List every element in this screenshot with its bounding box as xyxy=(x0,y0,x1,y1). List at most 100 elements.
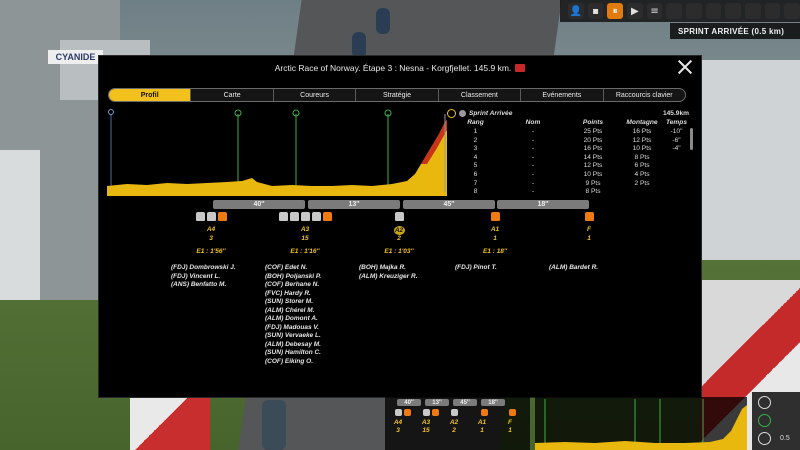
race-groups-strip[interactable]: 40'' 13'' 45'' 18'' A4 A3 A2 A1 F 3 15 2… xyxy=(385,397,530,450)
rider-name[interactable]: (FDJ) Vincent L. xyxy=(171,273,257,282)
group-jerseys xyxy=(543,212,635,223)
sprint-icon[interactable] xyxy=(758,414,771,427)
help-icon[interactable] xyxy=(784,3,800,19)
sprint-view-icon[interactable] xyxy=(758,396,771,409)
stage-profile-graph[interactable] xyxy=(107,108,447,196)
rider-name[interactable]: (BOH) Poljanski P. xyxy=(265,273,351,282)
col-mountain: Montagne xyxy=(626,119,658,126)
group-gap-to-leader: E1 : 18'' xyxy=(482,248,508,255)
tab-profil[interactable]: Profil xyxy=(109,89,192,101)
rider-name[interactable]: (ALM) Debesay M. xyxy=(265,341,351,350)
truck xyxy=(0,150,40,300)
cell-name: - xyxy=(531,179,535,187)
rider-list: (ALM) Bardet R. xyxy=(543,264,635,273)
sprint-label: Sprint Arrivée xyxy=(469,109,513,117)
group-gaps: 40'' 13'' 45'' 18'' xyxy=(99,200,703,212)
mini-group-count: 1 xyxy=(480,427,484,434)
jersey-icon xyxy=(481,409,488,416)
cell-time xyxy=(660,154,693,162)
table-row: 2 - 20 Pts 12 Pts -6" xyxy=(447,137,693,145)
cell-points: 10 Pts xyxy=(583,171,603,178)
jersey-icon xyxy=(451,409,458,416)
tab-carte[interactable]: Carte xyxy=(191,89,274,101)
group-code: A4 xyxy=(165,226,257,235)
tab-evenements[interactable]: Evénements xyxy=(521,89,604,101)
rider-name[interactable]: (ALM) Chérel M. xyxy=(265,307,351,316)
pause-button[interactable]: ⏸ xyxy=(607,3,624,19)
rider-name[interactable]: (SUN) Vervaeke L. xyxy=(265,332,351,341)
bike-icon[interactable] xyxy=(705,3,722,19)
camera-icon[interactable] xyxy=(666,3,683,19)
tab-raccourcis[interactable]: Raccourcis clavier xyxy=(604,89,685,101)
stop-icon[interactable]: ▪ xyxy=(587,3,604,19)
rider-name[interactable]: (ANS) Benfatto M. xyxy=(171,281,257,290)
cell-mountain: 8 Pts xyxy=(634,153,650,161)
table-row: 6 - 10 Pts 4 Pts xyxy=(447,171,693,179)
cell-mountain xyxy=(624,188,660,195)
mini-group-count: 2 xyxy=(452,427,456,434)
cell-mountain: 4 Pts xyxy=(634,171,650,178)
gap-bar: 18'' xyxy=(497,200,589,209)
rider-name[interactable]: (COF) Edet N. xyxy=(265,264,351,273)
rider-name[interactable]: (ALM) Bardet R. xyxy=(549,264,635,273)
rider-name[interactable]: (COF) Berhane N. xyxy=(265,281,351,290)
jersey-icon xyxy=(423,409,430,416)
cell-name: - xyxy=(531,162,535,170)
rider-name[interactable]: (COF) Eiking O. xyxy=(265,358,351,367)
rider-group[interactable]: A3 15 E1 : 1'16'' (COF) Edet N. (BOH) Poljan… xyxy=(259,212,351,366)
eye-icon[interactable] xyxy=(686,3,702,19)
jersey-icon xyxy=(300,212,310,221)
cell-rank: 5 xyxy=(473,162,478,170)
mini-group-code: A2 xyxy=(449,419,459,426)
jersey-icon xyxy=(206,212,216,221)
tab-classement[interactable]: Classement xyxy=(439,89,522,101)
menu-icon[interactable]: ≡ xyxy=(646,3,663,19)
rider-name[interactable]: (FDJ) Pinot T. xyxy=(455,264,541,273)
finish-flag-icon[interactable] xyxy=(758,432,771,445)
cell-points: 9 Pts xyxy=(585,179,601,187)
play-button[interactable]: ▶ xyxy=(627,3,643,19)
dollar-icon[interactable] xyxy=(745,3,761,19)
group-count: 15 xyxy=(301,235,309,242)
jersey-icon xyxy=(289,212,299,221)
rider-name[interactable]: (SUN) Storer M. xyxy=(265,298,351,307)
table-scrollbar[interactable] xyxy=(690,128,693,150)
sprint-distance: 145.9km xyxy=(662,109,689,117)
rider-icon[interactable]: 👤 xyxy=(568,3,584,19)
jersey-icon xyxy=(278,212,288,221)
group-code-label: A3 xyxy=(300,226,310,233)
gap-bar: 40'' xyxy=(213,200,305,209)
rider-name[interactable]: (SUN) Hamilton C. xyxy=(265,349,351,358)
cell-points: 14 Pts xyxy=(583,153,603,161)
cell-rank: 6 xyxy=(473,171,478,178)
settings-icon[interactable] xyxy=(764,3,781,19)
rider-group[interactable]: A4 3 E1 : 1'56'' (FDJ) Dombrowski J. (FDJ) V… xyxy=(165,212,257,290)
cell-points: 8 Pts xyxy=(585,188,601,195)
jersey-icon xyxy=(322,212,332,221)
group-code-label: F xyxy=(587,226,591,233)
close-icon[interactable] xyxy=(677,59,693,75)
map-icon[interactable] xyxy=(725,3,742,19)
sprint-table-viewport: Sprint Arrivée 145.9km Rang Nom Points M… xyxy=(447,106,697,195)
jersey-icon xyxy=(311,212,321,221)
rider-group[interactable]: F 1 (ALM) Bardet R. xyxy=(543,212,635,273)
rider-name[interactable]: (ALM) Domont A. xyxy=(265,315,351,324)
col-name: Nom xyxy=(525,119,541,126)
gap-bar: 13'' xyxy=(308,200,400,209)
rider-name[interactable]: (FDJ) Madouas V. xyxy=(265,324,351,333)
tab-strategie[interactable]: Stratégie xyxy=(356,89,439,101)
sprint-header: Sprint Arrivée 145.9km xyxy=(447,108,693,118)
jersey-icon xyxy=(195,212,205,221)
mini-gap-bar: 45'' xyxy=(453,399,477,406)
top-toolbar: 👤 ▪ ⏸ ▶ ≡ xyxy=(560,0,800,22)
rider-name[interactable]: (BOH) Majka R. xyxy=(359,264,445,273)
rider-group[interactable]: A1 1 E1 : 18'' (FDJ) Pinot T. xyxy=(449,212,541,273)
rider-group[interactable]: A2 2 E1 : 1'03'' (BOH) Majka R. (ALM) Kreuzi… xyxy=(353,212,445,281)
rider-name[interactable]: (FDJ) Dombrowski J. xyxy=(171,264,257,273)
mini-stage-profile[interactable] xyxy=(535,397,747,450)
cell-mountain: 12 Pts xyxy=(632,136,652,144)
tab-coureurs[interactable]: Coureurs xyxy=(274,89,357,101)
rider-name[interactable]: (FVC) Hardy R. xyxy=(265,290,351,299)
group-code-label: A2 xyxy=(393,226,405,235)
rider-name[interactable]: (ALM) Kreuziger R. xyxy=(359,273,445,282)
